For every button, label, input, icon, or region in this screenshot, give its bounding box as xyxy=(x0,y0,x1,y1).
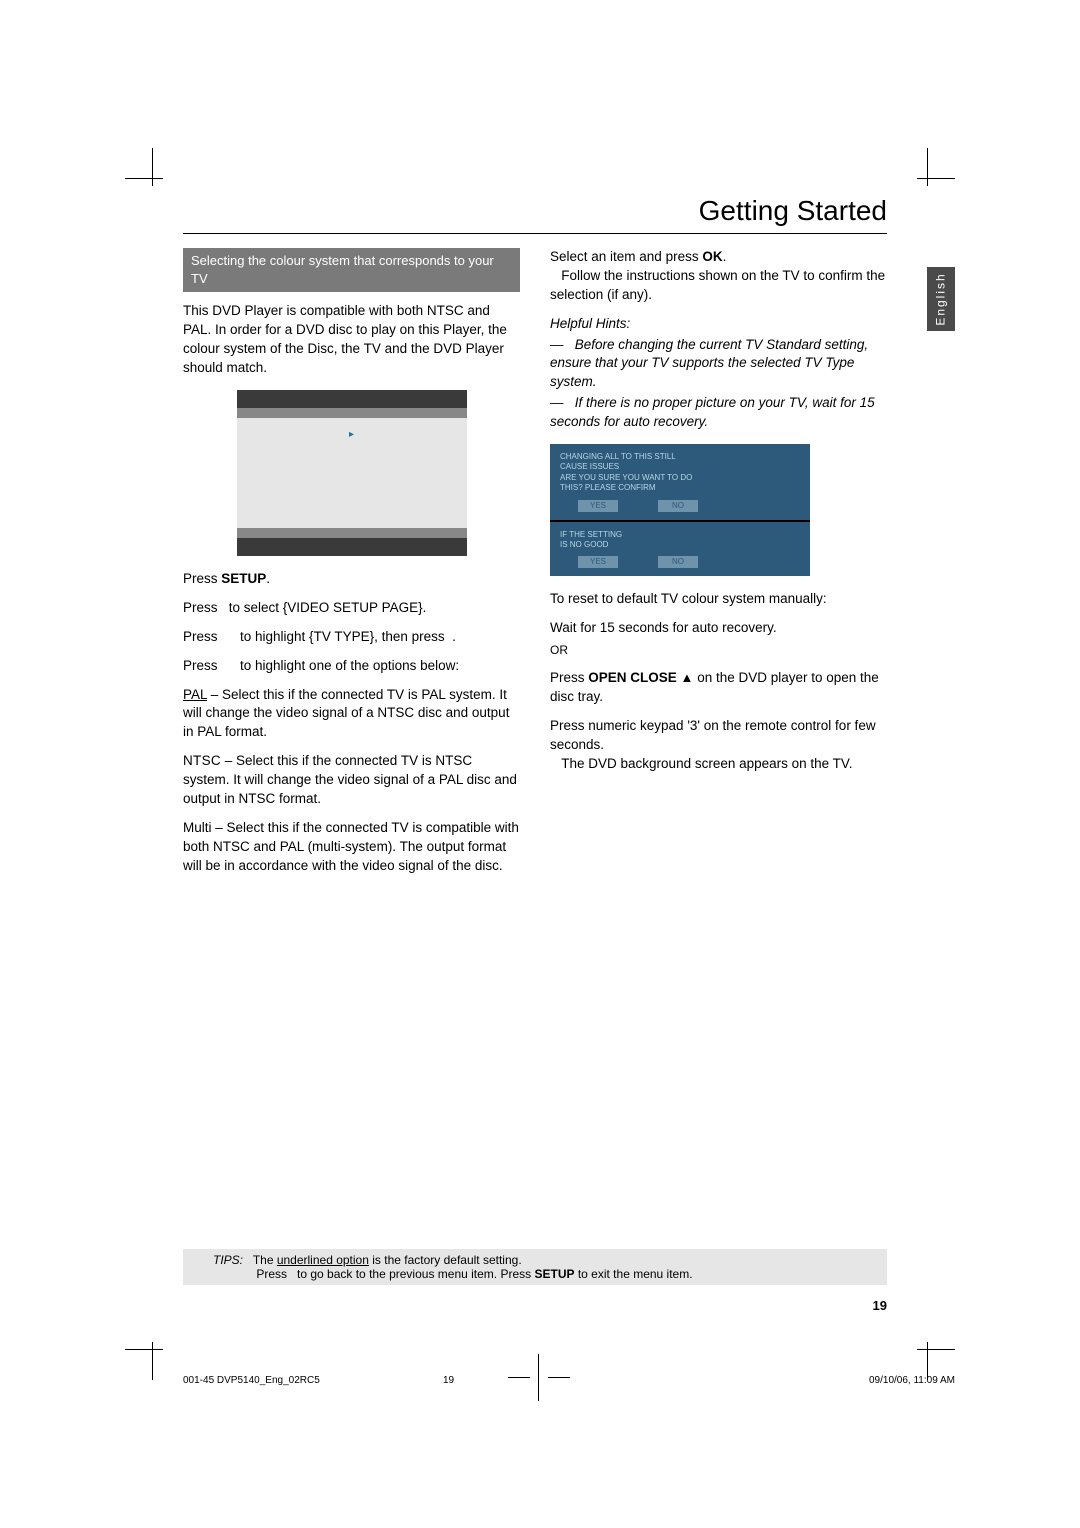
footer-datetime: 09/10/06, 11:09 AM xyxy=(869,1375,955,1386)
footer-meta: 001-45 DVP5140_Eng_02RC5 19 09/10/06, 11… xyxy=(183,1375,955,1386)
osd-panel-1: CHANGING ALL TO THIS STILL CAUSE ISSUES … xyxy=(550,444,810,520)
reset-title: To reset to default TV colour system man… xyxy=(550,590,887,609)
language-tab-label: English xyxy=(934,272,948,325)
reset-step-3: Press numeric keypad '3' on the remote c… xyxy=(550,717,887,774)
ntsc-label: NTSC xyxy=(183,753,221,768)
step-1: Press SETUP. xyxy=(183,570,520,589)
section-heading: Selecting the colour system that corresp… xyxy=(183,248,520,292)
select-item: Select an item and press OK. Follow the … xyxy=(550,248,887,305)
osd-diagram-right: CHANGING ALL TO THIS STILL CAUSE ISSUES … xyxy=(550,444,810,576)
footer-file: 001-45 DVP5140_Eng_02RC5 xyxy=(183,1375,320,1386)
reset-step-1: Wait for 15 seconds for auto recovery. xyxy=(550,619,887,638)
hint-2: — If there is no proper picture on your … xyxy=(550,394,887,432)
tips-footer: TIPS: The underlined option is the facto… xyxy=(183,1249,887,1285)
osd-yes-button: YES xyxy=(578,500,618,512)
option-multi: Multi – Select this if the connected TV … xyxy=(183,819,520,876)
language-tab: English xyxy=(927,267,955,331)
step-3: Press to highlight {TV TYPE}, then press… xyxy=(183,628,520,647)
page-content: Getting Started English Selecting the co… xyxy=(183,195,955,1333)
intro-paragraph: This DVD Player is compatible with both … xyxy=(183,302,520,378)
reset-step-2: Press OPEN CLOSE ▲ on the DVD player to … xyxy=(550,669,887,707)
option-ntsc: NTSC – Select this if the connected TV i… xyxy=(183,752,520,809)
right-column: Select an item and press OK. Follow the … xyxy=(550,248,887,886)
osd-no-button-2: NO xyxy=(658,556,698,568)
left-column: Selecting the colour system that corresp… xyxy=(183,248,520,886)
page-title: Getting Started xyxy=(183,195,887,234)
helpful-hints-label: Helpful Hints: xyxy=(550,315,887,334)
osd-yes-button-2: YES xyxy=(578,556,618,568)
hint-1: — Before changing the current TV Standar… xyxy=(550,336,887,393)
osd-diagram-left: ▸ xyxy=(237,390,467,556)
step-4: Press to highlight one of the options be… xyxy=(183,657,520,676)
step-2: Press to select {VIDEO SETUP PAGE}. xyxy=(183,599,520,618)
multi-label: Multi xyxy=(183,820,212,835)
eject-icon: ▲ xyxy=(681,670,694,685)
page-number: 19 xyxy=(873,1298,887,1313)
osd-panel-2: IF THE SETTING IS NO GOOD YES NO xyxy=(550,522,810,577)
osd-no-button: NO xyxy=(658,500,698,512)
chevron-right-icon: ▸ xyxy=(349,428,354,442)
reset-or: OR xyxy=(550,642,887,659)
option-pal: PAL – Select this if the connected TV is… xyxy=(183,686,520,743)
pal-label: PAL xyxy=(183,687,207,702)
footer-page: 19 xyxy=(443,1375,454,1386)
tips-label: TIPS: xyxy=(213,1253,243,1267)
